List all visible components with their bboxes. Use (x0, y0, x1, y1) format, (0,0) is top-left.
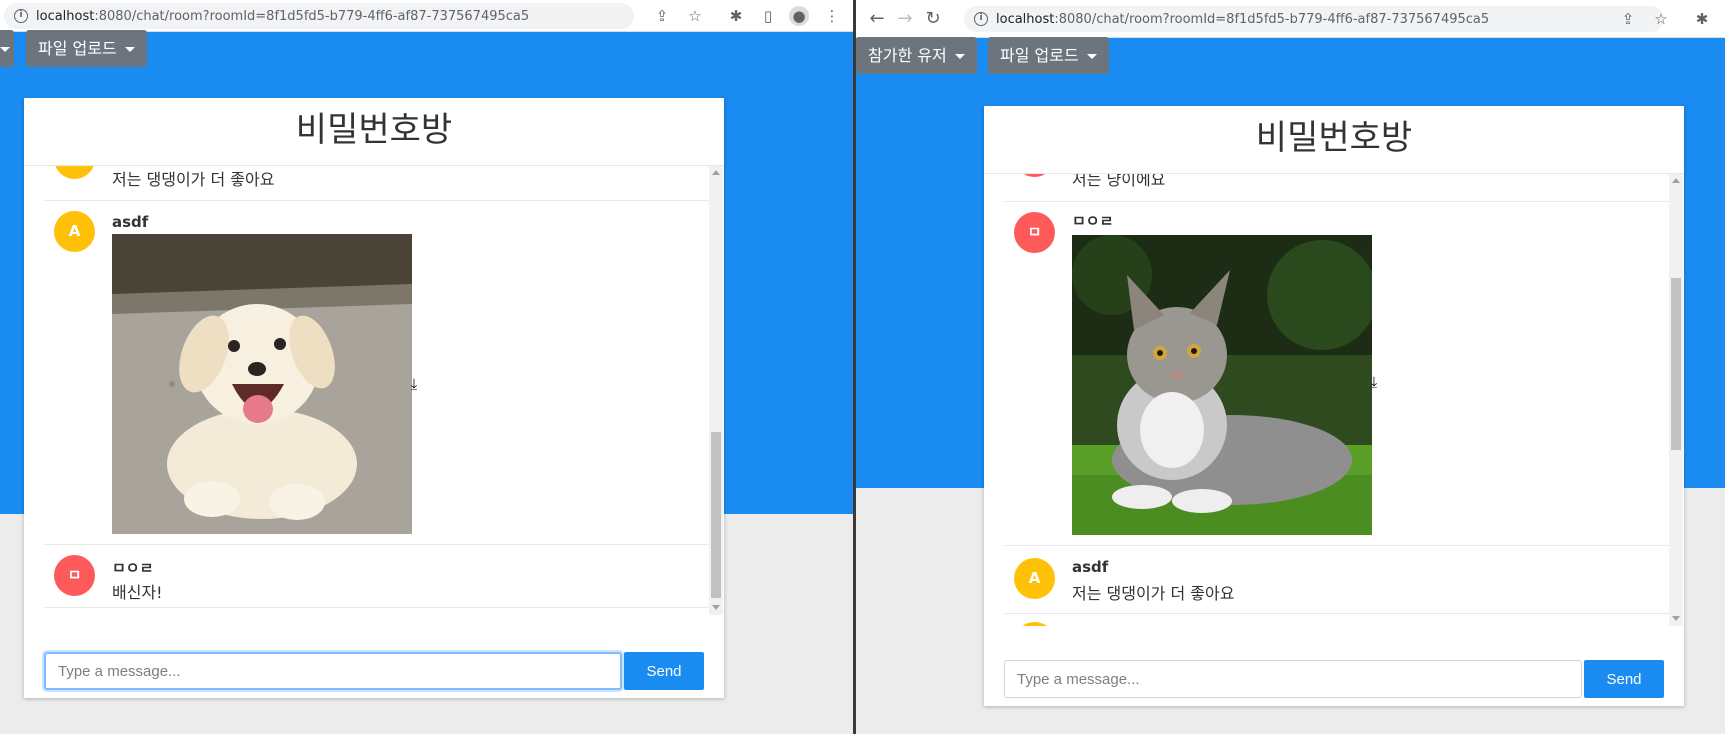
caret-down-icon (1086, 54, 1097, 59)
scroll-up-icon[interactable] (1672, 178, 1680, 183)
extensions-icon[interactable]: ✱ (1692, 9, 1712, 29)
cat-photo[interactable] (1072, 235, 1372, 535)
message-text: 저는 댕댕이가 더 좋아요 (1072, 584, 1235, 603)
scrollbar[interactable] (1669, 174, 1683, 626)
avatar: ㅁ (54, 555, 95, 596)
avatar: ㅁ (1014, 212, 1055, 253)
download-icon[interactable]: ⤓ (406, 376, 422, 392)
address-bar[interactable]: i localhost:8080/chat/room?roomId=8f1d5f… (964, 6, 1664, 32)
download-icon[interactable]: ⤓ (1366, 374, 1382, 390)
scrollbar-thumb[interactable] (711, 432, 721, 598)
caret-down-icon (954, 54, 965, 59)
message-text: 배신자! (112, 583, 163, 602)
message-author: asdf (112, 213, 149, 231)
forward-icon[interactable]: → (894, 9, 916, 29)
participants-dropdown-label: 참가한 유저 (868, 46, 947, 65)
right-browser-window: ← → ↻ i localhost:8080/chat/room?roomId=… (856, 0, 1725, 734)
list-item: A asdf 저는 댕댕이가 더 좋아요 (1004, 546, 1670, 614)
avatar: A (54, 211, 95, 252)
browser-toolbar: i localhost:8080/chat/room?roomId=8f1d5f… (0, 0, 853, 32)
scroll-down-icon[interactable] (712, 605, 720, 610)
scrollbar-thumb[interactable] (1671, 278, 1681, 450)
participants-dropdown[interactable]: 참가한 유저 (856, 37, 977, 74)
upload-dropdown[interactable]: 파일 업로드 (26, 30, 147, 67)
list-item: A 저는 댕댕이가 더 좋아요 (44, 166, 710, 201)
url-path: :8080/chat/room?roomId=8f1d5fd5-b779-4ff… (94, 8, 530, 24)
send-button[interactable]: Send (1584, 660, 1664, 698)
list-item: ㅁ ㅁㅇㄹ ⤓ (1004, 202, 1670, 546)
share-icon[interactable]: ⇪ (652, 6, 672, 26)
participants-dropdown-partial[interactable] (0, 30, 14, 67)
star-icon[interactable]: ☆ (1651, 9, 1671, 29)
message-text: 저는 댕댕이가 더 좋아요 (112, 170, 275, 189)
list-item: ㅁ ㅁㅇㄹ 배신자! (44, 545, 710, 608)
avatar: A (54, 166, 95, 179)
left-browser-window: i localhost:8080/chat/room?roomId=8f1d5f… (0, 0, 853, 734)
list-item (1004, 614, 1670, 626)
send-button[interactable]: Send (624, 652, 704, 690)
puppy-photo[interactable] (112, 234, 412, 534)
url-path: :8080/chat/room?roomId=8f1d5fd5-b779-4ff… (1054, 11, 1490, 27)
avatar: A (1014, 558, 1055, 599)
message-text: 저는 냥이에요 (1072, 174, 1166, 189)
info-icon[interactable]: i (14, 9, 28, 23)
upload-dropdown[interactable]: 파일 업로드 (988, 37, 1109, 74)
scrollbar[interactable] (709, 166, 723, 615)
info-icon[interactable]: i (974, 12, 988, 26)
list-item: ㅁ 저는 냥이에요 (1004, 174, 1670, 202)
upload-dropdown-label: 파일 업로드 (1000, 46, 1079, 65)
message-input[interactable] (44, 652, 622, 690)
reload-icon[interactable]: ↻ (922, 9, 944, 29)
chat-card: 비밀번호방 A 저는 댕댕이가 더 좋아요 A asdf (24, 98, 724, 698)
address-bar[interactable]: i localhost:8080/chat/room?roomId=8f1d5f… (4, 3, 634, 29)
message-input[interactable] (1004, 660, 1582, 698)
share-icon[interactable]: ⇪ (1618, 9, 1638, 29)
caret-down-icon (124, 47, 135, 52)
message-list: ㅁ 저는 냥이에요 ㅁ ㅁㅇㄹ (1004, 174, 1670, 626)
message-author: ㅁㅇㄹ (1072, 212, 1114, 230)
upload-dropdown-label: 파일 업로드 (38, 39, 117, 58)
room-title: 비밀번호방 (24, 98, 724, 166)
message-author: ㅁㅇㄹ (112, 559, 154, 577)
scroll-up-icon[interactable] (712, 170, 720, 175)
url-host: localhost (996, 11, 1055, 27)
room-title: 비밀번호방 (984, 106, 1684, 174)
menu-icon[interactable]: ⋮ (822, 6, 842, 26)
list-item: A asdf ⤓ (44, 201, 710, 545)
message-list: A 저는 댕댕이가 더 좋아요 A asdf (44, 166, 710, 613)
avatar: ㅁ (1014, 174, 1055, 177)
back-icon[interactable]: ← (866, 9, 888, 29)
url-host: localhost (36, 8, 95, 24)
profile-icon[interactable]: ● (789, 6, 809, 26)
extensions-icon[interactable]: ✱ (726, 6, 746, 26)
browser-toolbar: ← → ↻ i localhost:8080/chat/room?roomId=… (856, 0, 1725, 38)
scroll-down-icon[interactable] (1672, 616, 1680, 621)
avatar (1014, 622, 1055, 626)
star-icon[interactable]: ☆ (685, 6, 705, 26)
message-author: asdf (1072, 558, 1109, 576)
chat-card: 비밀번호방 ㅁ 저는 냥이에요 ㅁ ㅁㅇㄹ (984, 106, 1684, 706)
side-panel-icon[interactable]: ▯ (758, 6, 778, 26)
